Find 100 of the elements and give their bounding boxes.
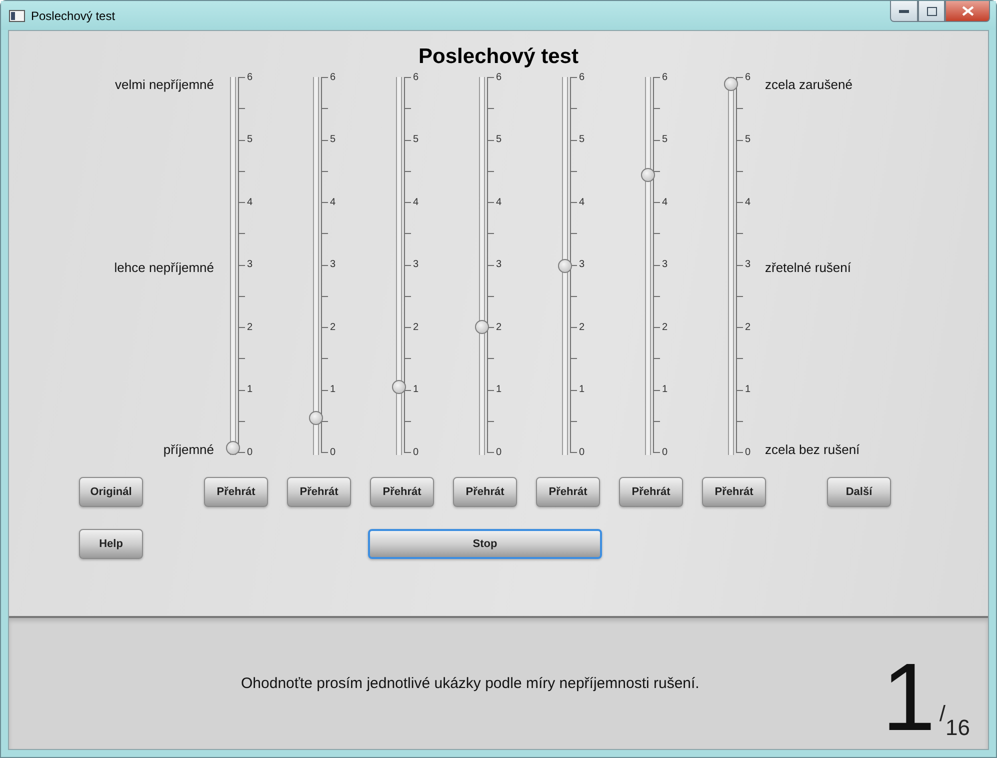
tick-mark <box>239 452 245 453</box>
tick-mark <box>654 452 660 453</box>
tick-label: 5 <box>579 134 585 146</box>
tick-label: 0 <box>413 446 419 458</box>
tick-mark <box>405 452 411 453</box>
tick-mark <box>737 452 743 453</box>
slider-thumb[interactable] <box>309 410 323 425</box>
slider-thumb[interactable] <box>724 77 738 91</box>
tick-label: 6 <box>662 72 668 84</box>
play-button[interactable]: Přehrát <box>619 477 683 507</box>
play-button[interactable]: Přehrát <box>204 477 268 507</box>
tick-label: 5 <box>413 134 419 146</box>
slider-thumb[interactable] <box>558 259 572 273</box>
slider-thumb[interactable] <box>641 168 655 182</box>
tick-label: 1 <box>330 384 336 396</box>
slider-track[interactable] <box>226 77 240 455</box>
scale-label: příjemné <box>163 442 214 457</box>
tick-mark <box>405 358 411 360</box>
play-button[interactable]: Přehrát <box>453 477 517 507</box>
tick-mark <box>322 77 328 78</box>
tick-label: 0 <box>496 446 502 458</box>
tick-mark <box>737 420 743 422</box>
tick-label: 2 <box>247 322 253 334</box>
tick-mark <box>239 358 245 360</box>
stop-button[interactable]: Stop <box>368 529 602 559</box>
tick-label: 6 <box>247 72 253 84</box>
current-sample-number: 1 <box>882 655 936 741</box>
tick-mark <box>239 420 245 422</box>
scale-label: zcela bez rušení <box>765 442 860 457</box>
slider-track[interactable] <box>558 77 572 455</box>
tick-label: 0 <box>330 446 336 458</box>
tick-mark <box>239 233 245 234</box>
tick-mark <box>239 296 245 297</box>
tick-mark <box>322 233 328 234</box>
tick-mark <box>322 170 328 172</box>
close-button[interactable] <box>945 1 990 22</box>
tick-mark <box>405 233 411 234</box>
slider-thumb[interactable] <box>392 380 406 394</box>
tick-mark <box>239 108 245 110</box>
tick-mark <box>405 264 411 266</box>
slider-thumb[interactable] <box>226 441 240 455</box>
slider-thumb[interactable] <box>475 320 489 334</box>
tick-mark <box>405 170 411 172</box>
minimize-button[interactable] <box>890 1 918 22</box>
original-button[interactable]: Originál <box>79 477 143 507</box>
play-button[interactable]: Přehrát <box>536 477 600 507</box>
tick-label: 1 <box>247 384 253 396</box>
tick-mark <box>322 202 328 203</box>
tick-mark <box>654 327 660 328</box>
play-button[interactable]: Přehrát <box>287 477 351 507</box>
tick-mark <box>737 108 743 110</box>
tick-label: 4 <box>330 196 336 208</box>
tick-mark <box>405 327 411 328</box>
tick-mark <box>654 77 660 78</box>
tick-mark <box>571 420 577 422</box>
maximize-button[interactable] <box>918 1 945 22</box>
scale-label: zřetelné rušení <box>765 260 851 274</box>
tick-mark <box>737 202 743 203</box>
tick-label: 1 <box>662 384 668 396</box>
tick-mark <box>654 358 660 360</box>
tick-label: 4 <box>745 196 751 208</box>
tick-label: 2 <box>579 322 585 334</box>
window-title: Poslechový test <box>31 8 116 22</box>
maximize-icon <box>926 6 936 16</box>
tick-mark <box>322 452 328 453</box>
slider-track[interactable] <box>475 77 489 455</box>
tick-label: 0 <box>662 446 668 458</box>
tick-label: 5 <box>745 134 751 146</box>
scale-label: zcela zarušené <box>765 77 852 92</box>
tick-mark <box>737 358 743 360</box>
slider-track[interactable] <box>309 77 323 455</box>
help-button[interactable]: Help <box>79 529 143 559</box>
tick-mark <box>737 170 743 172</box>
tick-label: 1 <box>496 384 502 396</box>
tick-mark <box>239 202 245 203</box>
tick-mark <box>322 358 328 360</box>
tick-label: 0 <box>745 446 751 458</box>
tick-mark <box>654 296 660 297</box>
tick-label: 3 <box>413 259 419 271</box>
tick-mark <box>654 202 660 203</box>
tick-label: 2 <box>662 322 668 334</box>
play-button[interactable]: Přehrát <box>370 477 434 507</box>
tick-label: 2 <box>413 322 419 334</box>
tick-label: 5 <box>330 134 336 146</box>
total-sample-count: 16 <box>946 715 970 741</box>
slider-track[interactable] <box>641 77 655 455</box>
tick-label: 4 <box>413 196 419 208</box>
play-button[interactable]: Přehrát <box>702 477 766 507</box>
slider-track[interactable] <box>392 77 406 455</box>
tick-mark <box>488 358 494 360</box>
slider-track[interactable] <box>724 77 738 455</box>
page-heading: Poslechový test <box>418 45 578 69</box>
tick-mark <box>571 452 577 453</box>
tick-mark <box>654 233 660 234</box>
next-button[interactable]: Další <box>827 477 891 507</box>
tick-mark <box>654 264 660 266</box>
window-icon <box>9 10 25 22</box>
scale-label: velmi nepříjemné <box>115 77 214 92</box>
tick-label: 1 <box>745 384 751 396</box>
tick-label: 0 <box>579 446 585 458</box>
